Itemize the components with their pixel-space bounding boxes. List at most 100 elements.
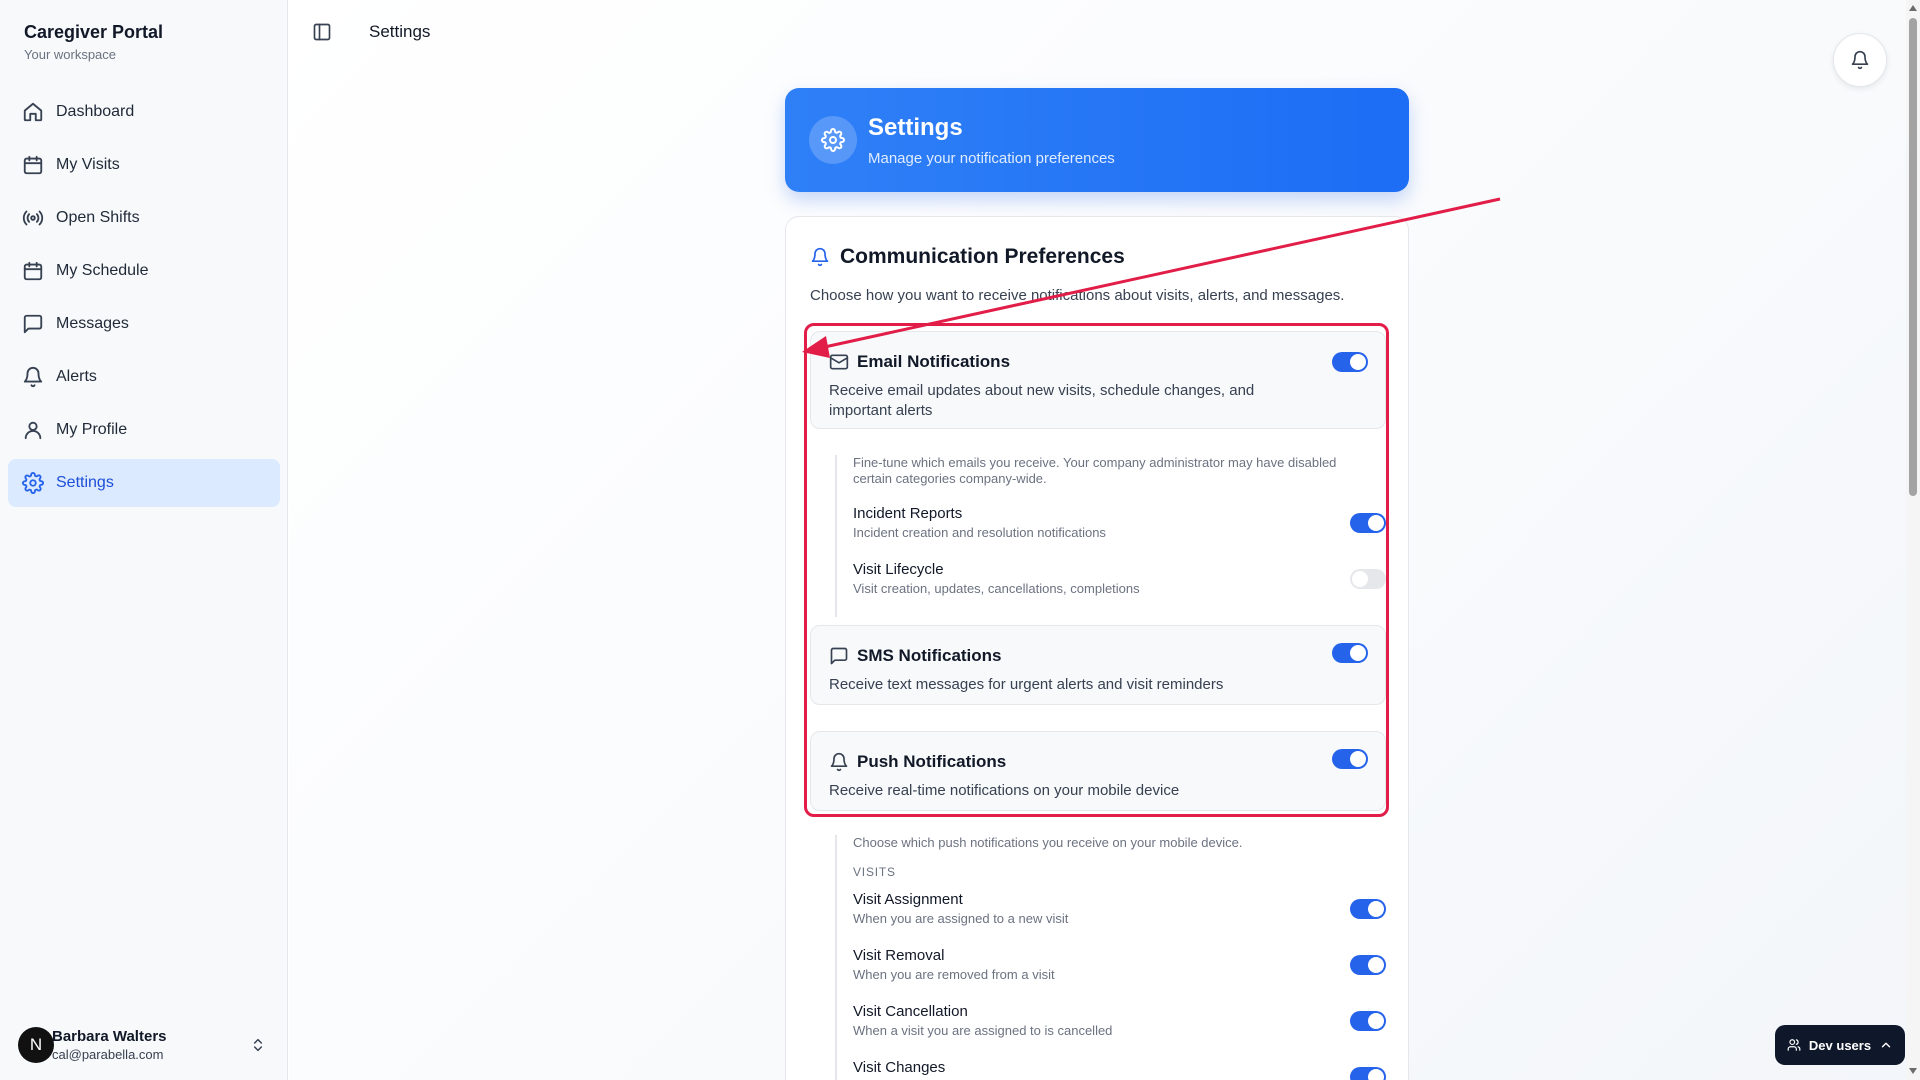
pref-title: Push Notifications: [857, 752, 1007, 771]
card-description: Choose how you want to receive notificat…: [810, 287, 1345, 304]
hero-subtitle: Manage your notification preferences: [868, 150, 1115, 167]
sub-row-title: Visit Removal: [853, 947, 945, 964]
home-icon: [23, 102, 43, 122]
pref-title: SMS Notifications: [857, 646, 1002, 665]
sidebar-item-open-shifts[interactable]: Open Shifts: [8, 194, 280, 242]
visit-changes-toggle[interactable]: [1350, 1067, 1386, 1080]
scroll-down-arrow-icon[interactable]: [1908, 1066, 1918, 1076]
users-icon: [1787, 1039, 1801, 1051]
brand: Caregiver Portal Your workspace: [24, 22, 163, 62]
sub-row-title: Visit Cancellation: [853, 1003, 968, 1020]
dev-users-button[interactable]: Dev users: [1775, 1025, 1905, 1065]
email-categories-note: Fine-tune which emails you receive. Your…: [853, 455, 1337, 486]
hero-title: Settings: [868, 114, 963, 141]
notifications-button[interactable]: [1833, 33, 1887, 87]
bell-icon: [811, 247, 829, 267]
list-item: Incident Reports Incident creation and r…: [853, 505, 1386, 561]
calendar-icon: [23, 261, 43, 281]
message-icon: [830, 647, 848, 665]
push-notifications-toggle[interactable]: [1332, 749, 1368, 769]
pref-header: Push Notifications: [829, 752, 1006, 772]
email-notifications-toggle[interactable]: [1332, 352, 1368, 372]
sidebar-item-label: My Visits: [56, 156, 120, 173]
user-menu[interactable]: N Barbara Walters cal@parabella.com: [18, 1023, 274, 1067]
communication-preferences-card: Communication Preferences Choose how you…: [785, 216, 1409, 1080]
sidebar-item-label: Open Shifts: [56, 209, 140, 226]
sidebar-toggle-icon[interactable]: [312, 22, 332, 42]
sub-row-desc: Visit creation, updates, cancellations, …: [853, 581, 1140, 596]
sub-row-desc: Incident creation and resolution notific…: [853, 525, 1106, 540]
scrollbar-thumb[interactable]: [1909, 18, 1917, 496]
pref-header: SMS Notifications: [829, 646, 1002, 666]
chevron-up-down-icon: [253, 1038, 263, 1052]
sidebar-item-label: Settings: [56, 474, 114, 491]
message-icon: [23, 314, 43, 334]
page-title: Settings: [369, 22, 431, 41]
list-item: Visit Assignment When you are assigned t…: [853, 891, 1386, 947]
list-item: Visit Cancellation When a visit you are …: [853, 1003, 1386, 1059]
sidebar-item-label: Alerts: [56, 368, 97, 385]
sub-row-title: Visit Lifecycle: [853, 561, 944, 578]
avatar: N: [18, 1027, 54, 1063]
sub-row-desc: When a visit you are assigned to is canc…: [853, 1023, 1113, 1038]
calendar-icon: [23, 155, 43, 175]
section-label: VISITS: [853, 865, 896, 879]
sidebar-item-my-visits[interactable]: My Visits: [8, 141, 280, 189]
dev-users-label: Dev users: [1808, 1037, 1872, 1053]
app-subtitle: Your workspace: [24, 47, 117, 62]
list-item: Visit Removal When you are removed from …: [853, 947, 1386, 1003]
sidebar: Caregiver Portal Your workspace Dashboar…: [0, 0, 288, 1080]
pref-header: Email Notifications: [829, 352, 1010, 372]
visit-assignment-toggle[interactable]: [1350, 899, 1386, 919]
sub-row-title: Incident Reports: [853, 505, 963, 522]
bell-icon: [1851, 50, 1869, 70]
sub-row-title: Visit Assignment: [853, 891, 963, 908]
list-item: Visit Changes: [853, 1059, 1386, 1080]
sidebar-item-label: Dashboard: [56, 103, 135, 120]
user-name: Barbara Walters: [52, 1028, 167, 1045]
list-item: Visit Lifecycle Visit creation, updates,…: [853, 561, 1386, 617]
sidebar-item-my-schedule[interactable]: My Schedule: [8, 247, 280, 295]
sms-notifications-panel: SMS Notifications Receive text messages …: [810, 625, 1386, 705]
sub-row-title: Visit Changes: [853, 1059, 946, 1076]
sidebar-item-label: My Schedule: [56, 262, 149, 279]
chevron-up-icon: [1881, 1042, 1891, 1048]
bell-icon: [23, 367, 43, 388]
email-categories: Fine-tune which emails you receive. Your…: [835, 455, 1386, 617]
sub-row-desc: When you are assigned to a new visit: [853, 911, 1069, 926]
push-categories-note: Choose which push notifications you rece…: [853, 835, 1243, 850]
user-icon: [24, 421, 42, 440]
settings-header-card: Settings Manage your notification prefer…: [785, 88, 1409, 192]
sub-row-desc: When you are removed from a visit: [853, 967, 1055, 982]
pref-description: Receive text messages for urgent alerts …: [829, 676, 1224, 693]
mail-icon: [829, 354, 849, 370]
sidebar-item-label: My Profile: [56, 421, 128, 438]
sms-notifications-toggle[interactable]: [1332, 643, 1368, 663]
app-title: Caregiver Portal: [24, 22, 164, 42]
pref-description: Receive real-time notifications on your …: [829, 782, 1180, 799]
visit-cancellation-toggle[interactable]: [1350, 1011, 1386, 1031]
scroll-up-arrow-icon[interactable]: [1908, 3, 1918, 13]
hero-icon-wrap: [809, 116, 857, 164]
card-title: Communication Preferences: [840, 245, 1125, 268]
sidebar-item-messages[interactable]: Messages: [8, 300, 280, 348]
sidebar-item-label: Messages: [56, 315, 129, 332]
sidebar-item-alerts[interactable]: Alerts: [8, 353, 280, 401]
push-categories: Choose which push notifications you rece…: [835, 835, 1386, 1080]
sidebar-nav: Dashboard My Visits Open Shifts My Sched…: [8, 88, 280, 512]
user-email: cal@parabella.com: [52, 1047, 164, 1062]
broadcast-icon: [22, 210, 44, 226]
sidebar-item-my-profile[interactable]: My Profile: [8, 406, 280, 454]
push-notifications-panel: Push Notifications Receive real-time not…: [810, 731, 1386, 811]
bell-icon: [830, 752, 848, 772]
gear-icon: [821, 128, 845, 152]
sidebar-item-settings[interactable]: Settings: [8, 459, 280, 507]
pref-description: Receive email updates about new visits, …: [829, 382, 1255, 419]
pref-title: Email Notifications: [857, 352, 1011, 371]
card-header: Communication Preferences: [810, 245, 1125, 269]
visit-removal-toggle[interactable]: [1350, 955, 1386, 975]
incident-reports-toggle[interactable]: [1350, 513, 1386, 533]
sidebar-item-dashboard[interactable]: Dashboard: [8, 88, 280, 136]
email-notifications-panel: Email Notifications Receive email update…: [810, 331, 1386, 429]
visit-lifecycle-toggle[interactable]: [1350, 569, 1386, 589]
